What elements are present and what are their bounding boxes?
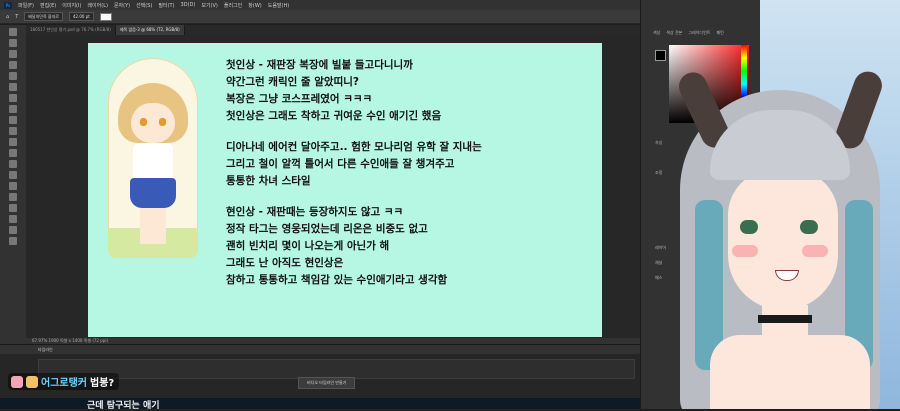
tab-document-2[interactable]: 제목 없음-3 @ 68% (T2, RGB/8): [115, 25, 185, 35]
text-line: 첫인상은 그래도 착하고 귀여운 수인 애기긴 했음: [226, 110, 442, 122]
blur-tool-icon[interactable]: [9, 160, 17, 168]
text-line: 그래도 난 아직도 현인상은: [226, 257, 344, 269]
type-tool-icon[interactable]: T: [15, 14, 18, 20]
text-line: 괜히 빈치리 몇이 나오는게 아닌가 해: [226, 240, 390, 252]
move-tool-icon[interactable]: [9, 28, 17, 36]
shape-tool-icon[interactable]: [9, 215, 17, 223]
tab-patterns[interactable]: 패턴: [716, 30, 723, 36]
stamp-tool-icon[interactable]: [9, 116, 17, 124]
text-paragraph-3: 현인상 - 재판때는 등장하지도 않고 ㅋㅋ 정작 타그는 영웅되었는데 리온은…: [226, 204, 596, 289]
chat-username: 어그로탱커: [41, 378, 87, 389]
chat-text: 법봉?: [90, 378, 115, 389]
menu-item-layer[interactable]: 레이어(L): [87, 2, 108, 9]
menu-item-edit[interactable]: 편집(E): [40, 2, 56, 9]
text-line: 첫인상 - 재판장 복장에 빌붙 들고다니니까: [226, 59, 413, 71]
choker: [758, 315, 812, 323]
canvas-text: 첫인상 - 재판장 복장에 빌붙 들고다니니까 약간그런 캐릭인 줄 알았띠니?…: [226, 57, 596, 303]
text-line: 약간그런 캐릭인 줄 알았띠니?: [226, 76, 359, 88]
font-family-select[interactable]: 배달의민족 을지로: [24, 12, 63, 21]
brush-tool-icon[interactable]: [9, 105, 17, 113]
tools-panel: [0, 25, 26, 345]
vtuber-avatar: [640, 60, 900, 409]
options-bar: ⌂ T 배달의민족 을지로 42.00 pt: [0, 10, 640, 24]
chat-message: 어그로탱커 법봉?: [8, 373, 120, 390]
quick-select-tool-icon[interactable]: [9, 61, 17, 69]
create-video-timeline-button[interactable]: 비디오 타임라인 만들기: [298, 377, 356, 389]
menu-item-file[interactable]: 파일(F): [18, 2, 34, 9]
subtitle-text: 근데 탐구되는 애기: [87, 401, 160, 411]
timeline-track[interactable]: [38, 359, 635, 379]
history-brush-tool-icon[interactable]: [9, 127, 17, 135]
color-panel-tabs: 색상 색상 견본 그레이디언트 패턴: [653, 30, 724, 36]
eyedropper-tool-icon[interactable]: [9, 83, 17, 91]
menu-item-type[interactable]: 문자(Y): [114, 2, 130, 9]
text-line: 복장은 그냥 코스프레였어 ㅋㅋㅋ: [226, 93, 373, 105]
text-color-swatch[interactable]: [99, 12, 112, 21]
hand-tool-icon[interactable]: [9, 226, 17, 234]
avatar-face: [728, 170, 838, 310]
tab-document-1[interactable]: 180517 현인상 평가.psd @ 76.7% (RGB/8): [26, 25, 116, 35]
tab-color[interactable]: 색상: [653, 30, 660, 36]
text-line: 현인상 - 재판때는 등장하지도 않고 ㅋㅋ: [226, 206, 404, 218]
lasso-tool-icon[interactable]: [9, 50, 17, 58]
timeline-title: 타임라인: [0, 345, 640, 354]
document-tabs: 180517 현인상 평가.psd @ 76.7% (RGB/8) 제목 없음-…: [26, 25, 640, 35]
pen-tool-icon[interactable]: [9, 182, 17, 190]
text-line: 그리고 철이 알꺽 틀어서 다른 수인애들 잘 챙겨주고: [226, 158, 455, 170]
photoshop-logo-icon[interactable]: Ps: [4, 1, 12, 9]
eraser-tool-icon[interactable]: [9, 138, 17, 146]
text-line: 디아나네 에어컨 달아주고.. 험한 모나리엄 유학 잘 지내는: [226, 141, 482, 153]
crop-tool-icon[interactable]: [9, 72, 17, 80]
menu-item-3d[interactable]: 3D(D): [181, 2, 196, 8]
menu-item-help[interactable]: 도움말(H): [268, 2, 289, 9]
healing-tool-icon[interactable]: [9, 94, 17, 102]
canvas-area[interactable]: 첫인상 - 재판장 복장에 빌붙 들고다니니까 약간그런 캐릭인 줄 알았띠니?…: [26, 35, 640, 340]
menu-item-plugins[interactable]: 플러그인: [224, 2, 242, 9]
menu-item-select[interactable]: 선택(S): [136, 2, 152, 9]
menu-item-view[interactable]: 보기(V): [201, 2, 218, 9]
menu-bar: Ps 파일(F) 편집(E) 이미지(I) 레이어(L) 문자(Y) 선택(S)…: [0, 0, 640, 10]
document-canvas[interactable]: 첫인상 - 재판장 복장에 빌붙 들고다니니까 약간그런 캐릭인 줄 알았띠니?…: [88, 43, 602, 337]
tab-swatches[interactable]: 색상 견본: [666, 30, 682, 36]
text-paragraph-1: 첫인상 - 재판장 복장에 빌붙 들고다니니까 약간그런 캐릭인 줄 알았띠니?…: [226, 57, 596, 125]
text-line: 참하고 통통하고 책임감 있는 수인애기라고 생각함: [226, 274, 448, 286]
marquee-tool-icon[interactable]: [9, 39, 17, 47]
dodge-tool-icon[interactable]: [9, 171, 17, 179]
zoom-tool-icon[interactable]: [9, 237, 17, 245]
character-illustration: [108, 58, 198, 258]
gradient-tool-icon[interactable]: [9, 149, 17, 157]
path-select-tool-icon[interactable]: [9, 204, 17, 212]
subtitle-bar: 근데 탐구되는 애기: [0, 398, 640, 411]
type-tool-icon[interactable]: [9, 193, 17, 201]
badge-icon: [11, 375, 23, 388]
emote-icon: [26, 375, 38, 388]
text-paragraph-2: 디아나네 에어컨 달아주고.. 험한 모나리엄 유학 잘 지내는 그리고 철이 …: [226, 139, 596, 190]
home-icon[interactable]: ⌂: [6, 14, 9, 20]
text-line: 정작 타그는 영웅되었는데 리온은 비중도 없고: [226, 223, 428, 235]
menu-item-image[interactable]: 이미지(I): [62, 2, 81, 9]
font-size-field[interactable]: 42.00 pt: [68, 12, 94, 21]
text-line: 통통한 차녀 스타일: [226, 175, 311, 187]
menu-item-filter[interactable]: 필터(T): [158, 2, 174, 9]
tab-gradients[interactable]: 그레이디언트: [688, 30, 710, 36]
menu-item-window[interactable]: 창(W): [248, 2, 261, 9]
